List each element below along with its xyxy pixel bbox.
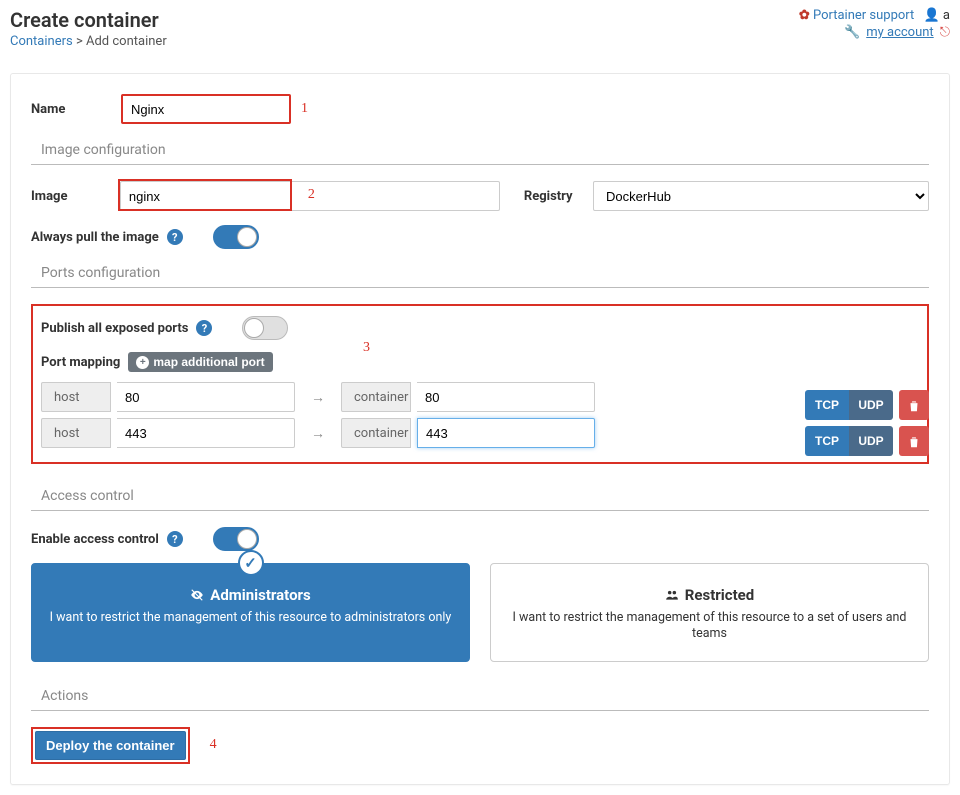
image-label: Image: [31, 189, 120, 204]
create-container-panel: Name 1 Image configuration Image 2 Regis…: [10, 73, 950, 785]
support-link[interactable]: ✿ Portainer support 👤 a: [799, 8, 950, 23]
delete-mapping-button[interactable]: [899, 426, 929, 456]
enable-access-control-toggle[interactable]: [213, 527, 259, 551]
page-header: Create container Containers > Add contai…: [0, 0, 960, 53]
host-addon: host: [41, 382, 111, 412]
name-input[interactable]: [121, 94, 291, 124]
help-icon[interactable]: ?: [196, 320, 212, 336]
administrators-card[interactable]: ✓ Administrators I want to restrict the …: [31, 563, 470, 662]
name-label: Name: [31, 102, 121, 117]
registry-select[interactable]: DockerHub: [593, 181, 929, 211]
trash-icon: [907, 399, 921, 413]
access-control-cards: ✓ Administrators I want to restrict the …: [31, 563, 929, 662]
restricted-title: Restricted: [685, 586, 754, 604]
breadcrumb-current: Add container: [86, 34, 167, 49]
plus-icon: +: [136, 356, 149, 369]
eye-slash-icon: [190, 588, 204, 602]
annotation-zone-3: Publish all exposed ports ? 3 Port mappi…: [31, 304, 929, 464]
administrators-title: Administrators: [210, 586, 310, 604]
container-port-input[interactable]: [417, 418, 595, 448]
annotation-3: 3: [363, 340, 370, 356]
lifebuoy-icon: ✿: [799, 8, 810, 23]
annotation-2: 2: [308, 187, 315, 203]
arrow-icon: →: [311, 425, 325, 442]
wrench-icon: 🔧: [844, 25, 860, 40]
always-pull-label: Always pull the image: [31, 230, 159, 245]
image-row: Image 2 Registry DockerHub: [31, 181, 929, 211]
host-port-input[interactable]: [117, 382, 295, 412]
container-addon: container: [341, 382, 411, 412]
tcp-button[interactable]: TCP: [805, 390, 849, 420]
help-icon[interactable]: ?: [167, 229, 183, 245]
container-addon: container: [341, 418, 411, 448]
udp-button[interactable]: UDP: [849, 426, 893, 456]
port-mapping-label: Port mapping: [41, 355, 120, 370]
protocol-group: TCP UDP: [805, 390, 893, 420]
always-pull-toggle[interactable]: [213, 225, 259, 249]
port-mapping-row: host → container: [41, 382, 919, 412]
name-row: Name 1: [31, 94, 929, 124]
logout-icon[interactable]: ⎋: [940, 25, 950, 40]
users-icon: [665, 588, 679, 602]
registry-label: Registry: [524, 189, 593, 204]
delete-mapping-button[interactable]: [899, 390, 929, 420]
my-account-link[interactable]: my account: [866, 25, 933, 40]
host-port-input[interactable]: [117, 418, 295, 448]
tcp-button[interactable]: TCP: [805, 426, 849, 456]
enable-access-control-label: Enable access control: [31, 532, 159, 547]
port-mapping-header: Port mapping + map additional port: [41, 352, 919, 372]
restricted-desc: I want to restrict the management of thi…: [503, 610, 916, 643]
protocol-group: TCP UDP: [805, 426, 893, 456]
user-icon: 👤: [924, 8, 940, 23]
arrow-icon: →: [311, 389, 325, 406]
breadcrumb-link-containers[interactable]: Containers: [10, 34, 73, 49]
page-title: Create container: [10, 8, 167, 32]
trash-icon: [907, 435, 921, 449]
ports-config-header: Ports configuration: [31, 261, 929, 288]
port-mapping-row: host → container: [41, 418, 919, 448]
help-icon[interactable]: ?: [167, 531, 183, 547]
always-pull-row: Always pull the image ?: [31, 225, 929, 249]
annotation-4: 4: [210, 737, 217, 753]
publish-ports-label: Publish all exposed ports: [41, 321, 188, 336]
breadcrumb: Containers > Add container: [10, 34, 167, 49]
image-config-header: Image configuration: [31, 138, 929, 165]
container-port-input[interactable]: [417, 382, 595, 412]
check-icon: ✓: [238, 550, 264, 576]
udp-button[interactable]: UDP: [849, 390, 893, 420]
host-addon: host: [41, 418, 111, 448]
enable-access-control-row: Enable access control ?: [31, 527, 929, 551]
deploy-container-button[interactable]: Deploy the container: [35, 731, 186, 760]
publish-ports-row: Publish all exposed ports ?: [41, 316, 919, 340]
restricted-card[interactable]: Restricted I want to restrict the manage…: [490, 563, 929, 662]
annotation-1: 1: [301, 101, 308, 117]
access-control-header: Access control: [31, 484, 929, 511]
administrators-desc: I want to restrict the management of thi…: [44, 610, 457, 626]
publish-ports-toggle[interactable]: [242, 316, 288, 340]
annotation-box-4: Deploy the container: [31, 727, 190, 764]
actions-header: Actions: [31, 684, 929, 711]
map-additional-port-button[interactable]: + map additional port: [128, 352, 272, 372]
